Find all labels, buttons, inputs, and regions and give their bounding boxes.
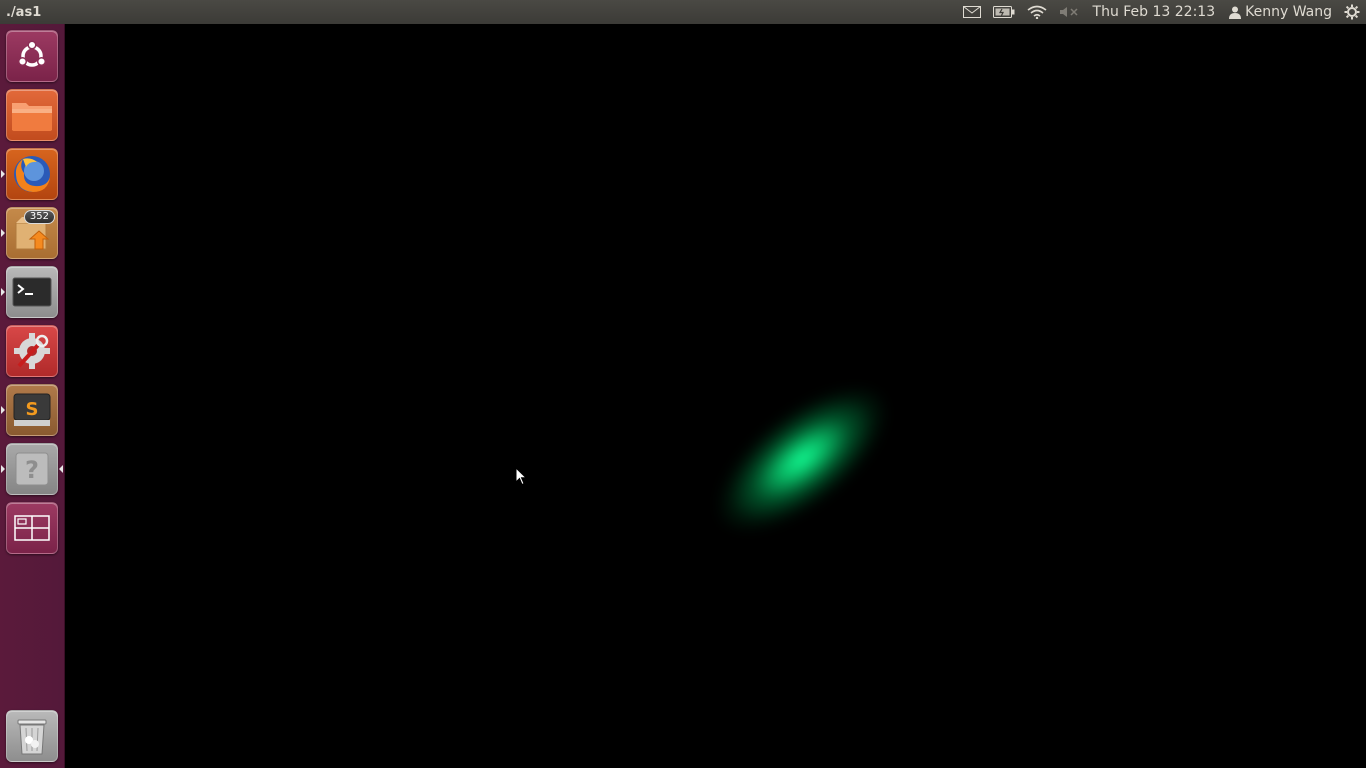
launcher: 352 S ? [0,24,65,768]
firefox-launcher[interactable] [6,148,58,200]
window-title: ./as1 [6,4,42,20]
user-menu[interactable]: Kenny Wang [1223,4,1338,20]
app-canvas[interactable] [65,24,1366,768]
firefox-running-indicator [1,170,5,178]
top-panel: ./as1 Thu Feb 13 22:13 Kenny Wang [0,0,1366,24]
updater-running-indicator [1,229,5,237]
workspace-switcher-launcher[interactable] [6,502,58,554]
unknown-app-launcher[interactable]: ? [6,443,58,495]
ubuntu-logo-icon [17,40,47,67]
folder-icon [12,103,52,131]
mail-icon[interactable] [957,0,987,24]
svg-text:S: S [26,399,39,420]
user-icon [1229,6,1242,19]
update-count-badge: 352 [23,210,55,224]
software-updater-launcher[interactable]: 352 [6,207,58,259]
mouse-pointer-icon [515,467,527,486]
question-icon: ? [15,452,49,486]
sublime-text-launcher[interactable]: S [6,384,58,436]
terminal-running-indicator [1,288,5,296]
focused-app-indicator [59,465,63,473]
battery-icon[interactable] [987,0,1021,24]
sublime-running-indicator [1,406,5,414]
settings-wrench-icon [14,333,50,369]
terminal-launcher[interactable] [6,266,58,318]
files-launcher[interactable] [6,89,58,141]
terminal-icon [12,277,52,307]
system-settings-launcher[interactable] [6,325,58,377]
dash-home-button[interactable] [6,30,58,82]
svg-text:?: ? [25,456,39,484]
wifi-icon[interactable] [1021,0,1053,24]
trash-icon [17,719,47,755]
power-gear-icon[interactable] [1338,0,1366,24]
sublime-icon: S [13,393,51,426]
trash-launcher[interactable] [6,710,58,762]
workspaces-icon [14,515,50,541]
indicator-area: Thu Feb 13 22:13 Kenny Wang [957,0,1366,24]
clock[interactable]: Thu Feb 13 22:13 [1085,4,1224,20]
volume-muted-icon[interactable] [1053,0,1085,24]
firefox-icon [14,156,50,192]
unknown-running-indicator [1,465,5,473]
user-name: Kenny Wang [1245,4,1332,20]
